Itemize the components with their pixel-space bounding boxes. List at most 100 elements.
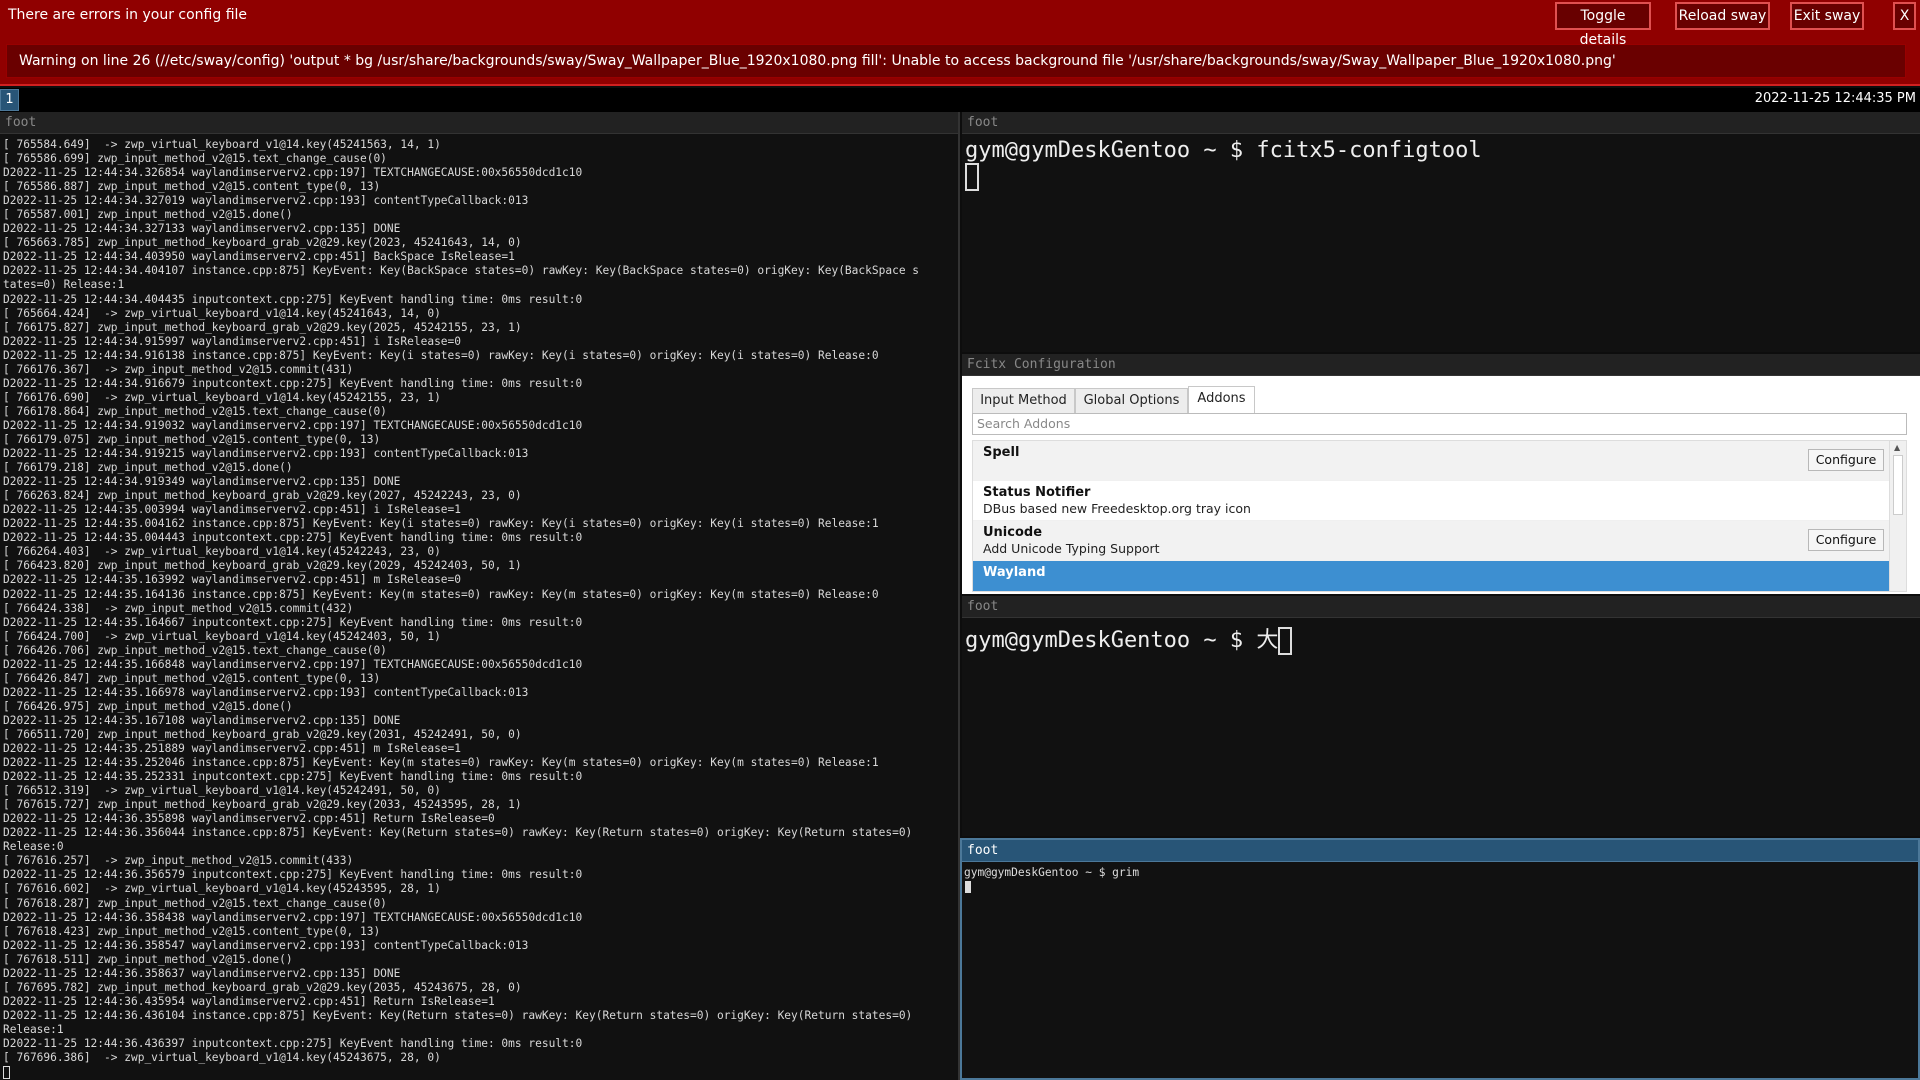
addon-item-unicode[interactable]: Unicode Add Unicode Typing Support Confi… — [973, 521, 1890, 561]
log-line: [ 765586.887] zwp_input_method_v2@15.con… — [3, 180, 381, 194]
log-line: D2022-11-25 12:44:36.436104 instance.cpp… — [3, 1008, 913, 1022]
log-line: tates=0) Release:1 — [3, 278, 125, 292]
log-line: [ 767696.386] -> zwp_virtual_keyboard_v1… — [3, 1051, 441, 1065]
log-line: [ 766263.824] zwp_input_method_keyboard_… — [3, 489, 522, 503]
window-title[interactable]: Fcitx Configuration — [962, 354, 1920, 376]
swaynag-bar: There are errors in your config file Tog… — [0, 0, 1920, 86]
tab-global-options[interactable]: Global Options — [1075, 388, 1188, 414]
log-line: [ 767618.511] zwp_input_method_v2@15.don… — [3, 952, 293, 966]
log-line: D2022-11-25 12:44:34.919032 waylandimser… — [3, 418, 583, 432]
log-line: [ 765664.424] -> zwp_virtual_keyboard_v1… — [3, 306, 441, 320]
log-line: D2022-11-25 12:44:35.252046 instance.cpp… — [3, 756, 879, 770]
addon-description: Add Unicode Typing Support — [983, 541, 1160, 556]
nag-message: There are errors in your config file — [8, 7, 248, 23]
terminal-prompt: gym@gymDeskGentoo ~ $ 大 — [965, 622, 1293, 655]
log-line: D2022-11-25 12:44:35.004162 instance.cpp… — [3, 517, 879, 531]
addon-item-spell[interactable]: Spell Configure — [973, 441, 1890, 481]
log-line: [ 767616.602] -> zwp_virtual_keyboard_v1… — [3, 882, 441, 896]
log-line: D2022-11-25 12:44:34.916138 instance.cpp… — [3, 348, 879, 362]
ime-terminal-window[interactable]: foot gym@gymDeskGentoo ~ $ 大 — [962, 596, 1920, 836]
reload-sway-button[interactable]: Reload sway — [1675, 2, 1770, 30]
log-line: [ 766423.820] zwp_input_method_keyboard_… — [3, 559, 522, 573]
log-line: Release:0 — [3, 840, 64, 854]
tab-input-method[interactable]: Input Method — [972, 388, 1075, 414]
nag-details: Warning on line 26 (//etc/sway/config) '… — [6, 44, 1906, 78]
window-title[interactable]: foot — [962, 840, 1918, 862]
log-line: D2022-11-25 12:44:34.403950 waylandimser… — [3, 250, 515, 264]
log-line: D2022-11-25 12:44:36.355898 waylandimser… — [3, 812, 495, 826]
configure-button[interactable]: Configure — [1808, 449, 1884, 471]
terminal-cursor — [1278, 627, 1293, 655]
log-line: [ 766424.338] -> zwp_input_method_v2@15.… — [3, 601, 354, 615]
window-title[interactable]: foot — [962, 112, 1920, 134]
scroll-up-icon[interactable]: ▲ — [1894, 443, 1900, 452]
tab-addons[interactable]: Addons — [1188, 386, 1255, 414]
log-line: D2022-11-25 12:44:36.358637 waylandimser… — [3, 966, 401, 980]
terminal-cursor — [3, 1065, 10, 1079]
addon-item-wayland[interactable]: Wayland — [973, 561, 1890, 591]
exit-sway-button[interactable]: Exit sway — [1790, 2, 1864, 30]
status-bar: 1 2022-11-25 12:44:35 PM — [0, 88, 1920, 112]
log-cursor-line — [3, 1065, 957, 1079]
addon-name: Wayland — [983, 565, 1046, 580]
log-line: [ 765584.649] -> zwp_virtual_keyboard_v1… — [3, 138, 441, 151]
log-line: D2022-11-25 12:44:35.167108 waylandimser… — [3, 713, 401, 727]
configure-button[interactable]: Configure — [1808, 529, 1884, 551]
log-line: D2022-11-25 12:44:34.327133 waylandimser… — [3, 222, 401, 236]
clock: 2022-11-25 12:44:35 PM — [1754, 91, 1916, 106]
addon-name: Status Notifier — [983, 485, 1091, 500]
workspace-button[interactable]: 1 — [0, 89, 19, 111]
log-line: D2022-11-25 12:44:35.252331 inputcontext… — [3, 770, 583, 784]
log-line: D2022-11-25 12:44:34.915997 waylandimser… — [3, 334, 462, 348]
log-line: [ 766426.975] zwp_input_method_v2@15.don… — [3, 699, 293, 713]
log-terminal-window[interactable]: foot [ 765584.649] -> zwp_virtual_keyboa… — [0, 112, 960, 1080]
log-line: [ 765587.001] zwp_input_method_v2@15.don… — [3, 208, 293, 222]
terminal-cursor — [965, 881, 971, 893]
log-line: D2022-11-25 12:44:36.358547 waylandimser… — [3, 938, 529, 952]
fcitx-config-window[interactable]: Fcitx Configuration Input Method Global … — [962, 354, 1920, 594]
log-line: D2022-11-25 12:44:34.919215 waylandimser… — [3, 447, 529, 461]
terminal-prompt: gym@gymDeskGentoo ~ $ grim — [964, 866, 1140, 879]
log-line: [ 767695.782] zwp_input_method_keyboard_… — [3, 980, 522, 994]
log-line: [ 766178.864] zwp_input_method_v2@15.tex… — [3, 404, 387, 418]
log-line: D2022-11-25 12:44:34.916679 inputcontext… — [3, 376, 583, 390]
log-line: D2022-11-25 12:44:36.356579 inputcontext… — [3, 868, 583, 882]
log-line: D2022-11-25 12:44:35.003994 waylandimser… — [3, 503, 462, 517]
prompt-text: gym@gymDeskGentoo ~ $ 大 — [965, 628, 1279, 653]
log-line: D2022-11-25 12:44:36.358438 waylandimser… — [3, 910, 583, 924]
log-line: [ 766424.700] -> zwp_virtual_keyboard_v1… — [3, 629, 441, 643]
log-line: D2022-11-25 12:44:36.356044 instance.cpp… — [3, 826, 913, 840]
close-nag-button[interactable]: X — [1893, 2, 1916, 30]
log-line: [ 766176.367] -> zwp_input_method_v2@15.… — [3, 362, 354, 376]
addon-item-status-notifier[interactable]: Status Notifier DBus based new Freedeskt… — [973, 481, 1890, 521]
log-line: [ 766264.403] -> zwp_virtual_keyboard_v1… — [3, 545, 441, 559]
log-line: [ 766176.690] -> zwp_virtual_keyboard_v1… — [3, 390, 441, 404]
log-line: [ 767616.257] -> zwp_input_method_v2@15.… — [3, 854, 354, 868]
window-title[interactable]: foot — [962, 596, 1920, 618]
search-addons-input[interactable]: Search Addons — [972, 413, 1907, 435]
scrollbar[interactable]: ▲ — [1889, 441, 1906, 591]
grim-terminal-window[interactable]: foot gym@gymDeskGentoo ~ $ grim — [960, 838, 1920, 1080]
window-title[interactable]: foot — [0, 112, 958, 134]
scrollbar-thumb[interactable] — [1893, 455, 1903, 515]
log-line: [ 767618.423] zwp_input_method_v2@15.con… — [3, 924, 381, 938]
toggle-details-button[interactable]: Toggle details — [1555, 2, 1651, 48]
log-line: D2022-11-25 12:44:34.327019 waylandimser… — [3, 194, 529, 208]
log-line: [ 766426.847] zwp_input_method_v2@15.con… — [3, 671, 381, 685]
log-line: D2022-11-25 12:44:35.251889 waylandimser… — [3, 742, 462, 756]
log-line: D2022-11-25 12:44:34.404107 instance.cpp… — [3, 264, 920, 278]
log-line: D2022-11-25 12:44:35.164667 inputcontext… — [3, 615, 583, 629]
log-line: D2022-11-25 12:44:34.919349 waylandimser… — [3, 475, 401, 489]
log-line: D2022-11-25 12:44:34.404435 inputcontext… — [3, 292, 583, 306]
prompt-text: gym@gymDeskGentoo ~ $ fcitx5-configtool — [965, 138, 1482, 163]
log-line: [ 766179.218] zwp_input_method_v2@15.don… — [3, 461, 293, 475]
log-line: D2022-11-25 12:44:35.004443 inputcontext… — [3, 531, 583, 545]
log-line: [ 766179.075] zwp_input_method_v2@15.con… — [3, 432, 381, 446]
log-line: D2022-11-25 12:44:35.164136 instance.cpp… — [3, 587, 879, 601]
log-line: D2022-11-25 12:44:34.326854 waylandimser… — [3, 166, 583, 180]
configtool-terminal-window[interactable]: foot gym@gymDeskGentoo ~ $ fcitx5-config… — [962, 112, 1920, 352]
log-line: D2022-11-25 12:44:35.166848 waylandimser… — [3, 657, 583, 671]
log-line: [ 766512.319] -> zwp_virtual_keyboard_v1… — [3, 784, 441, 798]
addon-list[interactable]: Spell Configure Status Notifier DBus bas… — [972, 440, 1907, 592]
log-line: [ 766511.720] zwp_input_method_keyboard_… — [3, 727, 522, 741]
